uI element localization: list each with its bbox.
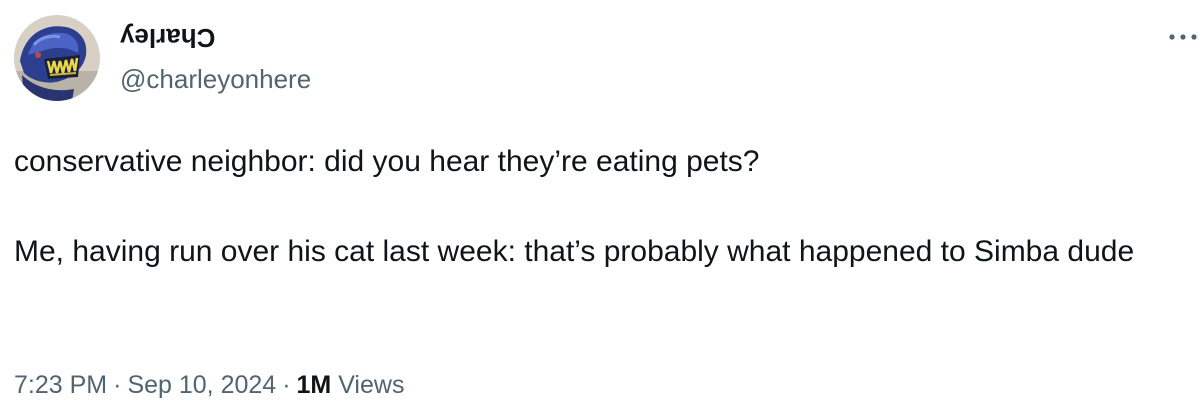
more-dots-icon <box>1169 34 1197 40</box>
meta-separator: · <box>282 371 291 399</box>
alien-creature-avatar-icon <box>14 15 100 101</box>
avatar[interactable] <box>14 15 100 101</box>
tweet-date[interactable]: Sep 10, 2024 <box>127 371 276 399</box>
tweet-time[interactable]: 7:23 PM <box>14 371 107 399</box>
tweet-text-line-1: conservative neighbor: did you hear they… <box>14 145 760 178</box>
tweet-text: conservative neighbor: did you hear they… <box>14 139 1194 274</box>
views-count: 1M <box>296 371 332 399</box>
display-name[interactable]: Charley <box>120 22 215 54</box>
more-options-button[interactable] <box>1166 22 1200 52</box>
tweet-card: Charley @charleyonhere conservative neig… <box>0 0 1200 411</box>
views-label: Views <box>338 371 405 399</box>
tweet-text-line-2: Me, having run over his cat last week: t… <box>14 235 1135 268</box>
user-handle[interactable]: @charleyonhere <box>120 63 311 95</box>
tweet-meta: 7:23 PM · Sep 10, 2024 · 1M Views <box>14 368 404 402</box>
meta-separator: · <box>113 371 122 399</box>
